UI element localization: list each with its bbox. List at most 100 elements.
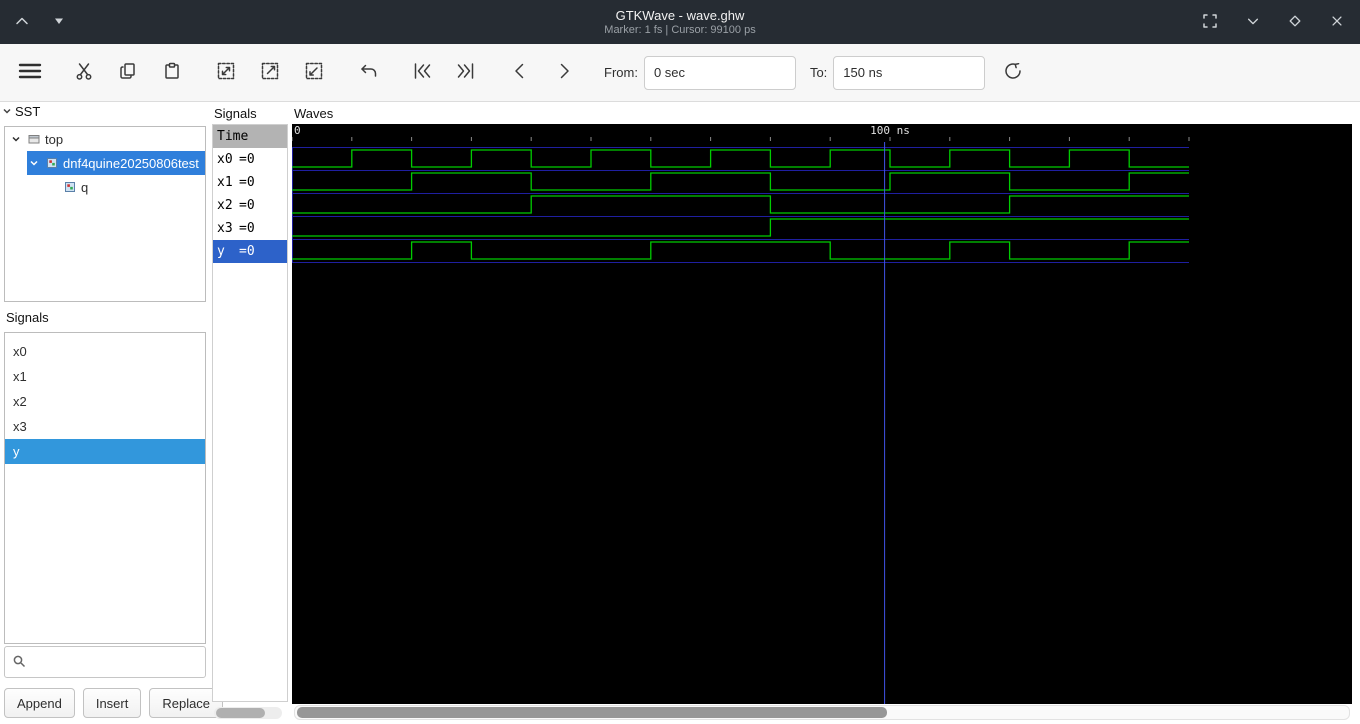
sst-frame-title: SST (15, 104, 41, 119)
tree-item-label: q (81, 179, 89, 195)
signal-list-item-x2[interactable]: x2 (5, 389, 205, 414)
wave-name-row-y[interactable]: y =0 (213, 240, 287, 263)
titlebar-center: GTKWave - wave.ghw Marker: 1 fs | Cursor… (0, 0, 1360, 44)
cut-button[interactable] (66, 55, 102, 91)
signal-list-item-x3[interactable]: x3 (5, 414, 205, 439)
to-end-icon (455, 60, 477, 85)
chevron-left-icon (509, 60, 531, 85)
close-button[interactable] (1328, 12, 1346, 33)
signal-name: x1 (217, 175, 233, 190)
zoom-out-button[interactable] (296, 55, 332, 91)
wave-names-panel: Signals Time x0 =0 x1 =0 x2 =0 x3 =0 y =0 (212, 102, 288, 724)
svg-text:100 ns: 100 ns (870, 124, 910, 137)
restore-button[interactable] (1200, 11, 1220, 34)
restore-icon (1202, 13, 1218, 32)
undo-button[interactable] (350, 55, 386, 91)
signal-value: =0 (239, 152, 255, 167)
expander-chevron-icon[interactable] (11, 134, 23, 144)
signal-name: x0 (217, 152, 233, 167)
signal-list-item-x0[interactable]: x0 (5, 339, 205, 364)
reload-icon (1001, 59, 1025, 86)
signal-list-item-y[interactable]: y (5, 439, 205, 464)
waves-panel: Waves 0 100 ns (292, 102, 1352, 724)
zoom-fit-button[interactable] (208, 55, 244, 91)
wave-name-row-x0[interactable]: x0 =0 (213, 148, 287, 171)
component-icon (63, 180, 77, 194)
copy-button[interactable] (110, 55, 146, 91)
signal-name: x3 (217, 221, 233, 236)
chevron-right-icon (553, 60, 575, 85)
sst-tree-item-dnf4quine20250806test[interactable]: dnf4quine20250806test (5, 151, 205, 175)
waves-panel-header: Waves (294, 105, 334, 121)
to-start-icon (411, 60, 433, 85)
names-rows: x0 =0 x1 =0 x2 =0 x3 =0 y =0 (213, 148, 287, 263)
undo-icon (357, 60, 379, 85)
wave-name-row-x3[interactable]: x3 =0 (213, 217, 287, 240)
collapse-chevron-icon (2, 104, 12, 119)
waves-horizontal-scrollbar[interactable] (294, 705, 1350, 720)
step-right-button[interactable] (546, 55, 582, 91)
to-label: To: (809, 65, 828, 80)
step-left-button[interactable] (502, 55, 538, 91)
signal-value: =0 (239, 198, 255, 213)
sst-tree-item-top[interactable]: top (5, 127, 205, 151)
close-icon (1330, 14, 1344, 31)
titlebar-right-buttons (1200, 0, 1346, 44)
gtkwave-window: GTKWave - wave.ghw Marker: 1 fs | Cursor… (0, 0, 1360, 724)
names-panel-header: Signals (214, 105, 257, 121)
wave-name-row-x1[interactable]: x1 =0 (213, 171, 287, 194)
wave-name-row-x2[interactable]: x2 =0 (213, 194, 287, 217)
insert-button[interactable]: Insert (82, 688, 142, 718)
maximize-icon (1288, 14, 1302, 31)
sst-tree-item-q[interactable]: q (5, 175, 205, 199)
menu-icon (17, 61, 43, 84)
zoom-fit-icon (215, 60, 237, 85)
sst-panel: SST top dnf4quine20250806test q Signals x0… (0, 102, 224, 724)
signal-search-input[interactable] (31, 653, 198, 671)
toolbar: From: To: (0, 44, 1360, 102)
tree-item-label: dnf4quine20250806test (63, 155, 199, 171)
go-to-end-button[interactable] (448, 55, 484, 91)
window-menu-button[interactable] (1244, 12, 1262, 33)
signal-search-box (4, 646, 206, 678)
copy-icon (118, 61, 138, 84)
signal-value: =0 (239, 221, 255, 236)
zoom-in-button[interactable] (252, 55, 288, 91)
marker-cursor-status: Marker: 1 fs | Cursor: 99100 ps (604, 24, 756, 36)
signal-value: =0 (239, 244, 255, 259)
signal-action-buttons: Append Insert Replace (4, 688, 224, 718)
append-button[interactable]: Append (4, 688, 75, 718)
scrollbar-handle[interactable] (216, 708, 265, 718)
zoom-out-icon (303, 60, 325, 85)
names-horizontal-scrollbar[interactable] (214, 707, 282, 719)
to-input[interactable] (833, 55, 986, 90)
chevron-down-icon (1246, 14, 1260, 31)
signal-name: x2 (217, 198, 233, 213)
waveform-svg: 0 100 ns (292, 124, 1190, 704)
tree-item-label: top (45, 131, 64, 147)
titlebar: GTKWave - wave.ghw Marker: 1 fs | Cursor… (0, 0, 1360, 44)
scrollbar-handle[interactable] (297, 707, 888, 718)
from-label: From: (604, 65, 638, 80)
main-area: SST top dnf4quine20250806test q Signals x0… (0, 102, 1360, 724)
sst-frame-label[interactable]: SST (2, 104, 40, 119)
signal-list-item-x1[interactable]: x1 (5, 364, 205, 389)
signal-value: =0 (239, 175, 255, 190)
wave-canvas[interactable]: 0 100 ns (292, 124, 1352, 704)
paste-icon (162, 61, 182, 84)
paste-button[interactable] (154, 55, 190, 91)
cut-icon (74, 61, 94, 84)
time-header: Time (213, 125, 287, 148)
signal-name: y (217, 244, 225, 259)
zoom-in-icon (259, 60, 281, 85)
expander-chevron-icon[interactable] (29, 158, 41, 168)
signal-list: x0 x1 x2 x3 y (4, 332, 206, 644)
sst-tree: top dnf4quine20250806test q (4, 126, 206, 302)
svg-text:0: 0 (294, 124, 301, 137)
go-to-start-button[interactable] (404, 55, 440, 91)
reload-button[interactable] (995, 55, 1031, 91)
menu-button[interactable] (12, 55, 48, 91)
from-input[interactable] (643, 55, 796, 90)
maximize-button[interactable] (1286, 12, 1304, 33)
module-icon (27, 132, 41, 146)
